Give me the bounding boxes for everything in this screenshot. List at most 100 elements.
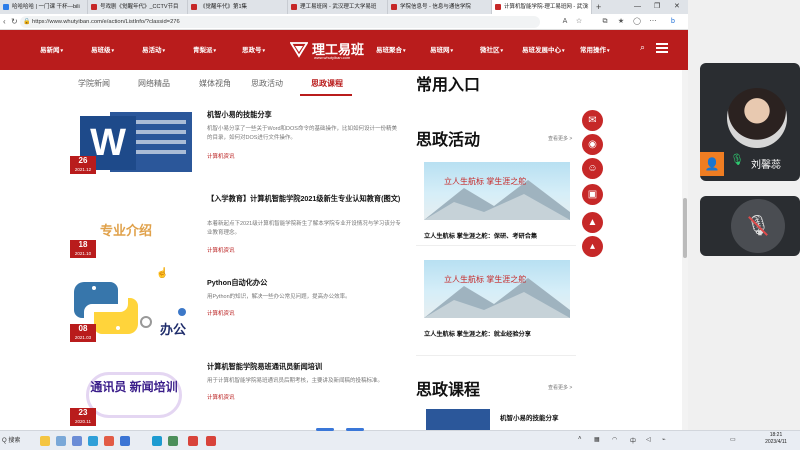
favorites-icon[interactable]: ★ <box>616 17 626 27</box>
article-category-link[interactable]: 计算机资讯 <box>207 393 235 401</box>
browser-tab[interactable]: 号戏剧《觉醒年代》_CCTV节目 <box>88 0 188 14</box>
article-title[interactable]: 计算机智能学院易班通讯员新闻培训 <box>207 362 402 372</box>
url-input[interactable]: 🔒 https://www.whutyiban.com/e/action/Lis… <box>20 16 540 28</box>
tv-icon[interactable]: ▣ <box>582 184 603 205</box>
site-logo[interactable]: 理工易班 www.whutyiban.com <box>290 38 390 64</box>
language-indicator[interactable]: 中 <box>630 436 636 445</box>
article-item[interactable]: 办公 08 2021.03 Python自动化办公 用Python的知识，解决一… <box>70 278 400 344</box>
more-link[interactable]: 查看更多 > <box>548 384 572 391</box>
media-icon[interactable] <box>72 436 82 446</box>
chrome-icon[interactable] <box>104 436 114 446</box>
article-thumbnail[interactable]: W 26 2021.12 <box>70 110 196 174</box>
mountain-banner-image <box>424 180 570 220</box>
wifi-icon[interactable]: ◠ <box>612 436 617 443</box>
profile-icon[interactable]: ◯ <box>632 17 642 27</box>
hamburger-menu-icon[interactable] <box>656 43 668 53</box>
activity-caption[interactable]: 立人生航标 掌生涯之舵：保研、考研合集 <box>424 231 537 240</box>
nav-item[interactable]: 思政号▾ <box>242 44 265 54</box>
wechat-icon[interactable]: ✉ <box>582 110 603 131</box>
scrollbar-thumb[interactable] <box>683 198 687 258</box>
course-title[interactable]: 机智小易的技能分享 <box>500 412 559 422</box>
taskbar-clock[interactable]: 18:21 2023/4/11 <box>756 432 796 446</box>
browser-tab-bar: 哈哈哈哈 | 一门课 干杯—bili 号戏剧《觉醒年代》_CCTV节目 《觉醒年… <box>0 0 688 14</box>
chevron-up-icon[interactable]: ˄ <box>578 436 582 442</box>
back-icon[interactable]: ‹ <box>3 16 6 28</box>
article-title[interactable]: 【入学教育】计算机智能学院2021级新生专业认知教育(图文) <box>207 194 402 204</box>
more-link[interactable]: 查看更多 > <box>548 135 572 142</box>
file-explorer-icon[interactable] <box>40 436 50 446</box>
close-button[interactable]: ✕ <box>674 0 680 14</box>
network-icon[interactable]: ⌁ <box>662 436 666 443</box>
date-month: 2021.12 <box>74 167 92 172</box>
article-item[interactable]: 专业介绍 18 2021.10 【入学教育】计算机智能学院2021级新生专业认知… <box>70 194 402 264</box>
weibo-icon[interactable]: ☺ <box>582 158 603 179</box>
article-item[interactable]: 通讯员 新闻培训 23 2020.11 计算机智能学院易班通讯员新闻培训 用于计… <box>70 362 400 428</box>
tab-media-view[interactable]: 媒体视角 <box>199 78 231 89</box>
article-title[interactable]: 机智小易的技能分享 <box>207 110 402 120</box>
article-thumbnail[interactable]: 通讯员 新闻培训 23 2020.11 <box>70 362 196 426</box>
new-tab-button[interactable]: + <box>596 0 601 14</box>
tab-web-boutique[interactable]: 网络精品 <box>138 78 170 89</box>
course-thumbnail[interactable] <box>426 409 490 430</box>
mountain-banner-image <box>424 278 570 318</box>
tab-ideology-activity[interactable]: 思政活动 <box>251 78 283 89</box>
microphone-mute-button[interactable]: 🎙 <box>731 199 785 253</box>
nav-item[interactable]: 常用操作▾ <box>580 44 610 54</box>
chevron-down-icon: ▾ <box>500 48 504 54</box>
read-aloud-icon[interactable]: A <box>560 17 570 27</box>
article-category-link[interactable]: 计算机资讯 <box>207 309 235 317</box>
article-category-link[interactable]: 计算机资讯 <box>207 246 235 254</box>
activity-caption[interactable]: 立人生航标 掌生涯之舵：就业经验分享 <box>424 329 531 338</box>
wps-icon[interactable] <box>188 436 198 446</box>
app-icon[interactable] <box>168 436 178 446</box>
tray-app-icon[interactable]: ▦ <box>594 436 600 443</box>
article-desc: 机智小易分享了一些关于Word和DOS命令的基础操作，比如如何设计一份精美的目录… <box>207 126 397 141</box>
browser-tab[interactable]: 《觉醒年代》第1集 <box>188 0 288 14</box>
edge-icon[interactable] <box>152 436 162 446</box>
browser-tab[interactable]: 哈哈哈哈 | 一门课 干杯—bili <box>0 0 88 14</box>
date-badge: 23 2020.11 <box>70 408 96 426</box>
scroll-top-icon[interactable]: ▴ <box>582 236 603 257</box>
browser-tab[interactable]: 理工易班网 - 武汉理工大学易班 <box>288 0 388 14</box>
app-icon[interactable] <box>120 436 130 446</box>
notification-icon[interactable]: ▭ <box>730 436 736 443</box>
nav-item[interactable]: 易班发展中心▾ <box>522 44 565 54</box>
activity-card-image[interactable]: 立人生航标 掌生涯之舵 <box>424 162 570 220</box>
article-title[interactable]: Python自动化办公 <box>207 278 402 288</box>
nav-item[interactable]: 易新闻▾ <box>40 44 63 54</box>
maximize-button[interactable]: ❐ <box>654 0 660 14</box>
favorite-star-icon[interactable]: ☆ <box>574 17 584 27</box>
tab-close-icon[interactable]: ✕ <box>584 0 589 14</box>
nav-item[interactable]: 易班网▾ <box>430 44 453 54</box>
date-badge: 18 2021.10 <box>70 240 96 258</box>
article-thumbnail[interactable]: 专业介绍 18 2021.10 <box>70 194 196 258</box>
bing-icon[interactable]: b <box>668 17 678 27</box>
tab-ideology-course[interactable]: 思政课程 <box>311 78 343 89</box>
taskbar-active-indicator <box>346 428 364 431</box>
activity-card-image[interactable]: 立人生航标 掌生涯之舵 <box>424 260 570 318</box>
browser-tab-active[interactable]: 计算机智能学院-理工易班网 - 武汉 ✕ <box>492 0 592 14</box>
search-icon[interactable]: ⌕ <box>640 42 645 53</box>
minimize-button[interactable]: — <box>634 0 641 14</box>
tab-college-news[interactable]: 学院新闻 <box>78 78 110 89</box>
wps-icon[interactable] <box>206 436 216 446</box>
taskview-icon[interactable] <box>56 436 66 446</box>
back-to-top-icon[interactable]: ▲ <box>582 212 603 233</box>
taskbar-search[interactable]: Q 搜索 <box>2 435 20 444</box>
nav-item[interactable]: 微社区▾ <box>480 44 503 54</box>
more-icon[interactable]: ⋯ <box>648 17 658 27</box>
article-category-link[interactable]: 计算机资讯 <box>207 152 235 160</box>
article-thumbnail[interactable]: 办公 08 2021.03 <box>70 278 196 342</box>
article-item[interactable]: W 26 2021.12 机智小易的技能分享 机智小易分享了一些关于Word和D… <box>70 110 400 180</box>
nav-item[interactable]: 青梨派▾ <box>193 44 216 54</box>
volume-icon[interactable]: ◁ <box>646 436 651 443</box>
nav-item[interactable]: 易班聚合▾ <box>376 44 406 54</box>
collections-icon[interactable]: ⧉ <box>600 17 610 27</box>
refresh-icon[interactable]: ↻ <box>11 16 18 28</box>
thumbnail-text: 通讯员 新闻培训 <box>86 372 182 418</box>
nav-item[interactable]: 易活动▾ <box>142 44 165 54</box>
nav-item[interactable]: 易班级▾ <box>91 44 114 54</box>
browser-tab[interactable]: 学院信息号 - 信息与通信学院 <box>388 0 492 14</box>
qq-icon[interactable]: ◉ <box>582 134 603 155</box>
browser-app-icon[interactable] <box>88 436 98 446</box>
